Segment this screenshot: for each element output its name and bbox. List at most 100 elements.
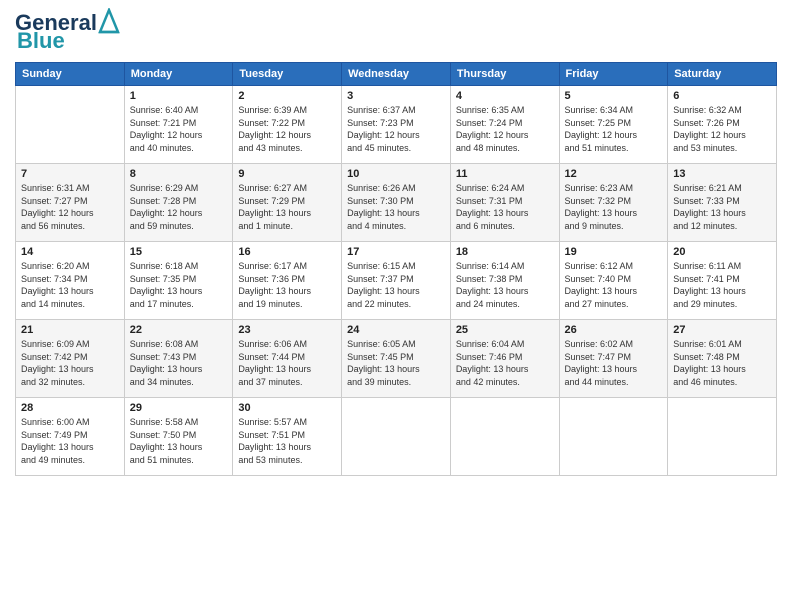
day-number: 30 xyxy=(238,402,336,414)
day-number: 4 xyxy=(456,90,554,102)
day-info: Sunrise: 6:04 AM Sunset: 7:46 PM Dayligh… xyxy=(456,338,554,388)
day-number: 27 xyxy=(673,324,771,336)
day-number: 13 xyxy=(673,168,771,180)
day-info: Sunrise: 6:06 AM Sunset: 7:44 PM Dayligh… xyxy=(238,338,336,388)
calendar-cell: 28 Sunrise: 6:00 AM Sunset: 7:49 PM Dayli… xyxy=(16,398,125,476)
day-number: 6 xyxy=(673,90,771,102)
day-number: 23 xyxy=(238,324,336,336)
calendar-cell: 27 Sunrise: 6:01 AM Sunset: 7:48 PM Dayli… xyxy=(668,320,777,398)
day-info: Sunrise: 6:37 AM Sunset: 7:23 PM Dayligh… xyxy=(347,104,445,154)
calendar-cell xyxy=(450,398,559,476)
calendar-cell: 29 Sunrise: 5:58 AM Sunset: 7:50 PM Dayli… xyxy=(124,398,233,476)
day-info: Sunrise: 6:14 AM Sunset: 7:38 PM Dayligh… xyxy=(456,260,554,310)
weekday-header: Wednesday xyxy=(342,63,451,86)
calendar-cell: 19 Sunrise: 6:12 AM Sunset: 7:40 PM Dayli… xyxy=(559,242,668,320)
calendar-cell: 7Sunrise: 6:31 AM Sunset: 7:27 PM Daylig… xyxy=(16,164,125,242)
calendar-cell: 3Sunrise: 6:37 AM Sunset: 7:23 PM Daylig… xyxy=(342,86,451,164)
calendar-cell: 16Sunrise: 6:17 AM Sunset: 7:36 PM Dayli… xyxy=(233,242,342,320)
calendar-cell: 30 Sunrise: 5:57 AM Sunset: 7:51 PM Dayli… xyxy=(233,398,342,476)
day-info: Sunrise: 5:58 AM Sunset: 7:50 PM Dayligh… xyxy=(130,416,228,466)
logo-triangle-icon xyxy=(98,8,120,34)
day-info: Sunrise: 6:29 AM Sunset: 7:28 PM Dayligh… xyxy=(130,182,228,232)
day-info: Sunrise: 6:17 AM Sunset: 7:36 PM Dayligh… xyxy=(238,260,336,310)
day-number: 18 xyxy=(456,246,554,258)
calendar-cell: 11 Sunrise: 6:24 AM Sunset: 7:31 PM Dayli… xyxy=(450,164,559,242)
calendar-cell xyxy=(342,398,451,476)
day-info: Sunrise: 6:05 AM Sunset: 7:45 PM Dayligh… xyxy=(347,338,445,388)
day-number: 14 xyxy=(21,246,119,258)
calendar-cell: 13 Sunrise: 6:21 AM Sunset: 7:33 PM Dayli… xyxy=(668,164,777,242)
calendar-cell: 21 Sunrise: 6:09 AM Sunset: 7:42 PM Dayli… xyxy=(16,320,125,398)
calendar-cell: 15Sunrise: 6:18 AM Sunset: 7:35 PM Dayli… xyxy=(124,242,233,320)
day-number: 29 xyxy=(130,402,228,414)
day-number: 2 xyxy=(238,90,336,102)
day-number: 24 xyxy=(347,324,445,336)
day-number: 9 xyxy=(238,168,336,180)
calendar-cell: 1 Sunrise: 6:40 AM Sunset: 7:21 PM Daylig… xyxy=(124,86,233,164)
day-info: Sunrise: 6:01 AM Sunset: 7:48 PM Dayligh… xyxy=(673,338,771,388)
day-info: Sunrise: 6:27 AM Sunset: 7:29 PM Dayligh… xyxy=(238,182,336,232)
day-info: Sunrise: 6:15 AM Sunset: 7:37 PM Dayligh… xyxy=(347,260,445,310)
day-number: 5 xyxy=(565,90,663,102)
weekday-header: Saturday xyxy=(668,63,777,86)
weekday-header: Monday xyxy=(124,63,233,86)
weekday-header: Thursday xyxy=(450,63,559,86)
calendar-cell xyxy=(668,398,777,476)
calendar-week-row: 28 Sunrise: 6:00 AM Sunset: 7:49 PM Dayli… xyxy=(16,398,777,476)
day-number: 20 xyxy=(673,246,771,258)
day-info: Sunrise: 6:09 AM Sunset: 7:42 PM Dayligh… xyxy=(21,338,119,388)
day-number: 10 xyxy=(347,168,445,180)
calendar-week-row: 21 Sunrise: 6:09 AM Sunset: 7:42 PM Dayli… xyxy=(16,320,777,398)
day-info: Sunrise: 6:23 AM Sunset: 7:32 PM Dayligh… xyxy=(565,182,663,232)
calendar-cell xyxy=(16,86,125,164)
day-info: Sunrise: 5:57 AM Sunset: 7:51 PM Dayligh… xyxy=(238,416,336,466)
day-number: 12 xyxy=(565,168,663,180)
weekday-header: Friday xyxy=(559,63,668,86)
weekday-header: Tuesday xyxy=(233,63,342,86)
calendar-cell: 24 Sunrise: 6:05 AM Sunset: 7:45 PM Dayli… xyxy=(342,320,451,398)
calendar-week-row: 1 Sunrise: 6:40 AM Sunset: 7:21 PM Daylig… xyxy=(16,86,777,164)
weekday-header-row: SundayMondayTuesdayWednesdayThursdayFrid… xyxy=(16,63,777,86)
calendar-cell: 23 Sunrise: 6:06 AM Sunset: 7:44 PM Dayli… xyxy=(233,320,342,398)
calendar-cell: 25 Sunrise: 6:04 AM Sunset: 7:46 PM Dayli… xyxy=(450,320,559,398)
day-number: 22 xyxy=(130,324,228,336)
day-number: 8 xyxy=(130,168,228,180)
calendar-cell xyxy=(559,398,668,476)
calendar-cell: 2 Sunrise: 6:39 AM Sunset: 7:22 PM Daylig… xyxy=(233,86,342,164)
logo-blue: Blue xyxy=(17,28,65,54)
day-number: 21 xyxy=(21,324,119,336)
day-info: Sunrise: 6:12 AM Sunset: 7:40 PM Dayligh… xyxy=(565,260,663,310)
calendar-week-row: 14 Sunrise: 6:20 AM Sunset: 7:34 PM Dayli… xyxy=(16,242,777,320)
calendar-cell: 14 Sunrise: 6:20 AM Sunset: 7:34 PM Dayli… xyxy=(16,242,125,320)
calendar-cell: 9 Sunrise: 6:27 AM Sunset: 7:29 PM Daylig… xyxy=(233,164,342,242)
day-info: Sunrise: 6:24 AM Sunset: 7:31 PM Dayligh… xyxy=(456,182,554,232)
calendar-cell: 17 Sunrise: 6:15 AM Sunset: 7:37 PM Dayli… xyxy=(342,242,451,320)
day-info: Sunrise: 6:26 AM Sunset: 7:30 PM Dayligh… xyxy=(347,182,445,232)
day-info: Sunrise: 6:18 AM Sunset: 7:35 PM Dayligh… xyxy=(130,260,228,310)
calendar-cell: 26 Sunrise: 6:02 AM Sunset: 7:47 PM Dayli… xyxy=(559,320,668,398)
day-info: Sunrise: 6:32 AM Sunset: 7:26 PM Dayligh… xyxy=(673,104,771,154)
day-info: Sunrise: 6:20 AM Sunset: 7:34 PM Dayligh… xyxy=(21,260,119,310)
day-number: 11 xyxy=(456,168,554,180)
header: General Blue xyxy=(15,10,777,54)
day-number: 19 xyxy=(565,246,663,258)
day-info: Sunrise: 6:21 AM Sunset: 7:33 PM Dayligh… xyxy=(673,182,771,232)
calendar-cell: 6 Sunrise: 6:32 AM Sunset: 7:26 PM Daylig… xyxy=(668,86,777,164)
calendar-cell: 20 Sunrise: 6:11 AM Sunset: 7:41 PM Dayli… xyxy=(668,242,777,320)
day-info: Sunrise: 6:00 AM Sunset: 7:49 PM Dayligh… xyxy=(21,416,119,466)
calendar-cell: 4Sunrise: 6:35 AM Sunset: 7:24 PM Daylig… xyxy=(450,86,559,164)
day-number: 25 xyxy=(456,324,554,336)
day-info: Sunrise: 6:40 AM Sunset: 7:21 PM Dayligh… xyxy=(130,104,228,154)
day-number: 1 xyxy=(130,90,228,102)
calendar-cell: 8 Sunrise: 6:29 AM Sunset: 7:28 PM Daylig… xyxy=(124,164,233,242)
calendar-cell: 18 Sunrise: 6:14 AM Sunset: 7:38 PM Dayli… xyxy=(450,242,559,320)
day-info: Sunrise: 6:02 AM Sunset: 7:47 PM Dayligh… xyxy=(565,338,663,388)
calendar-cell: 5Sunrise: 6:34 AM Sunset: 7:25 PM Daylig… xyxy=(559,86,668,164)
calendar-cell: 12 Sunrise: 6:23 AM Sunset: 7:32 PM Dayli… xyxy=(559,164,668,242)
day-number: 17 xyxy=(347,246,445,258)
day-number: 26 xyxy=(565,324,663,336)
day-number: 28 xyxy=(21,402,119,414)
day-info: Sunrise: 6:39 AM Sunset: 7:22 PM Dayligh… xyxy=(238,104,336,154)
day-info: Sunrise: 6:11 AM Sunset: 7:41 PM Dayligh… xyxy=(673,260,771,310)
calendar-cell: 10 Sunrise: 6:26 AM Sunset: 7:30 PM Dayli… xyxy=(342,164,451,242)
